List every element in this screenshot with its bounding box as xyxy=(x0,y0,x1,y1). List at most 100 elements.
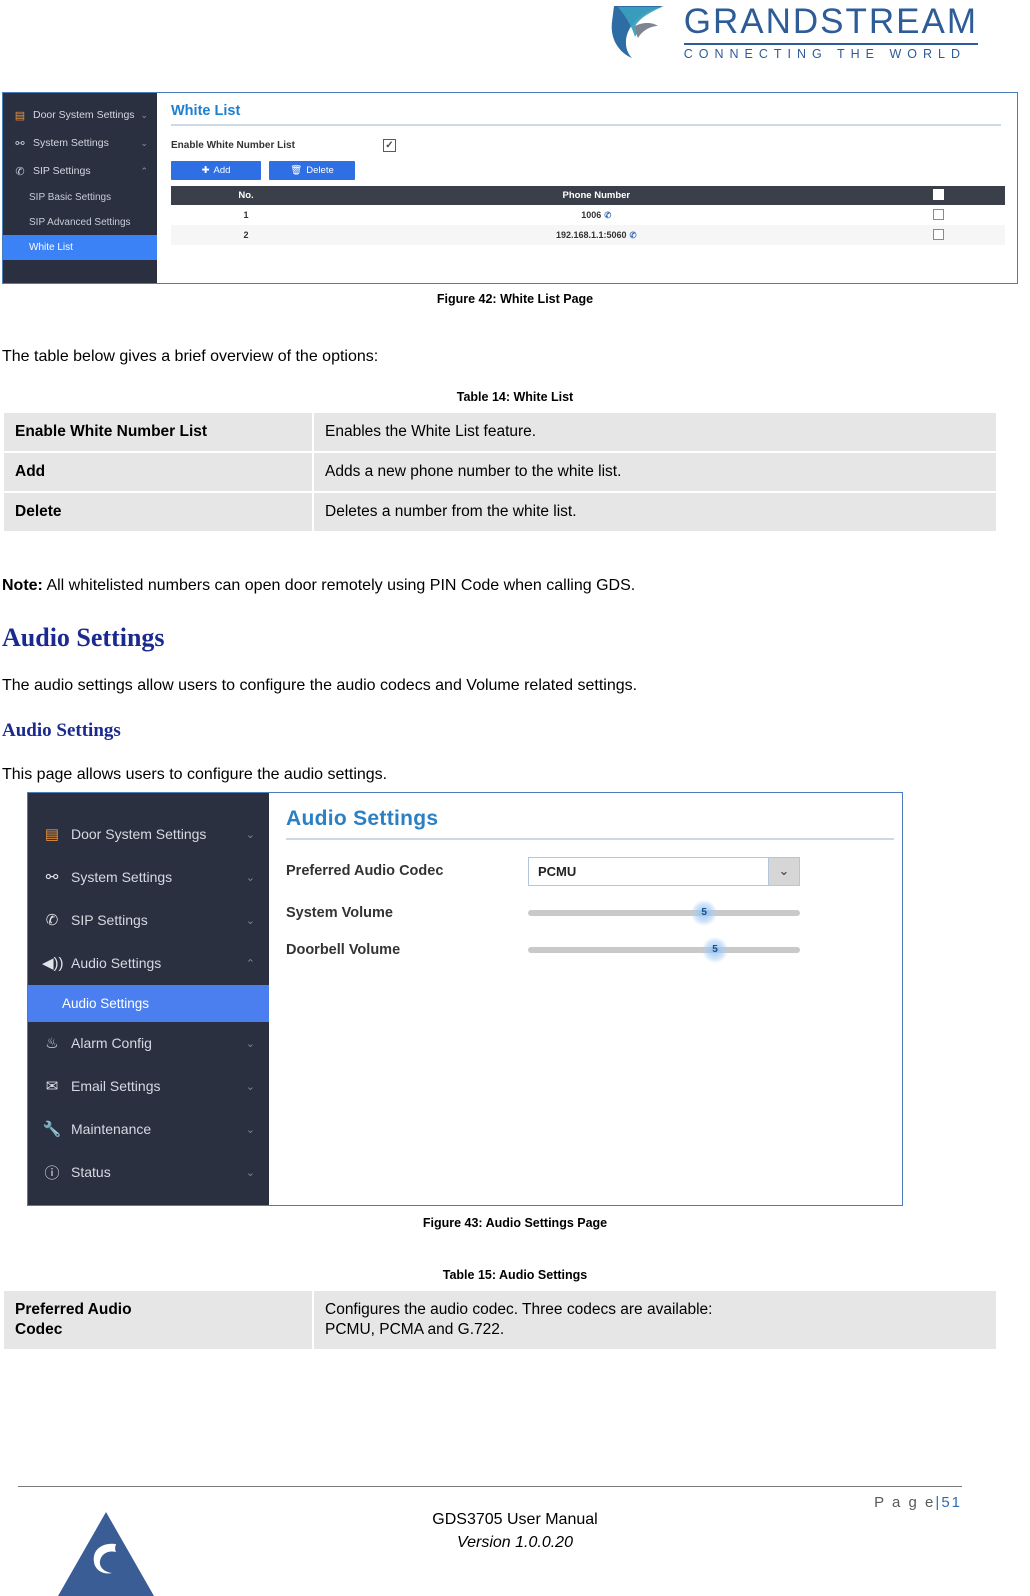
sidebar-item-status[interactable]: ⓘ Status ⌄ xyxy=(28,1151,269,1194)
row-checkbox[interactable] xyxy=(932,228,944,240)
note-label: Note: xyxy=(2,577,43,595)
chevron-down-icon[interactable]: ⌄ xyxy=(768,857,799,885)
slider-handle[interactable]: 5 xyxy=(702,936,729,963)
sidebar-item-alarm-config[interactable]: ♨ Alarm Config ⌄ xyxy=(28,1022,269,1065)
select-all-checkbox[interactable] xyxy=(932,188,944,200)
sidebar-item-label: SIP Advanced Settings xyxy=(29,217,131,228)
sidebar-item-email-settings[interactable]: ✉ Email Settings ⌄ xyxy=(28,1065,269,1108)
column-header-select-all[interactable] xyxy=(871,186,1005,205)
figure-42-caption: Figure 42: White List Page xyxy=(436,292,594,306)
grandstream-swoosh-logo-icon xyxy=(611,6,664,59)
sidebar-item-audio-settings[interactable]: ◀)) Audio Settings ⌃ xyxy=(28,942,269,985)
plus-icon: ✚ xyxy=(201,165,210,176)
preferred-audio-codec-select[interactable]: PCMU ⌄ xyxy=(528,856,800,886)
page-footer: P a g e|51 GDS3705 User Manual Version 1… xyxy=(0,1464,1030,1596)
audio-paragraph-2: This page allows users to configure the … xyxy=(2,766,388,784)
table-14: Enable White Number List Enables the Whi… xyxy=(2,410,998,534)
cell-no: 2 xyxy=(171,225,322,245)
chevron-down-icon: ⌄ xyxy=(245,1080,255,1093)
system-volume-label: System Volume xyxy=(286,904,393,921)
slider-track xyxy=(528,946,800,953)
table-row: Preferred Audio Codec Configures the audi… xyxy=(2,1288,998,1352)
trash-icon: 🗑 xyxy=(290,165,303,176)
audio-content: Audio Settings Preferred Audio Codec PCM… xyxy=(269,792,902,1205)
enable-white-number-list-label: Enable White Number List xyxy=(171,140,295,151)
cell-select[interactable] xyxy=(871,205,1005,225)
table-15: Preferred Audio Codec Configures the audi… xyxy=(2,1288,998,1352)
doorbell-volume-slider[interactable]: 5 xyxy=(528,936,800,963)
chevron-down-icon: ⌄ xyxy=(140,137,148,148)
cell-phone-number: 1006 ✆ xyxy=(321,205,872,225)
whitelist-content: White List Enable White Number List ✓ ✚ … xyxy=(157,93,1017,283)
add-button[interactable]: ✚ Add xyxy=(171,161,261,180)
sidebar-item-label: Door System Settings xyxy=(71,826,207,843)
sidebar-item-label: Maintenance xyxy=(71,1121,152,1138)
bell-icon: ♨ xyxy=(45,1035,59,1053)
table-row: Add Adds a new phone number to the white… xyxy=(2,450,998,493)
manual-version: Version 1.0.0.20 xyxy=(457,1534,573,1552)
sidebar-item-sip-advanced-settings[interactable]: SIP Advanced Settings xyxy=(3,210,157,235)
brand-logo: GRANDSTREAM CONNECTING THE WORLD xyxy=(608,4,978,61)
table-header-row: No. Phone Number xyxy=(171,186,1005,205)
chevron-down-icon: ⌄ xyxy=(245,914,255,927)
row-checkbox[interactable] xyxy=(932,208,944,220)
footer-divider xyxy=(18,1486,962,1487)
enable-white-number-list-checkbox[interactable]: ✓ xyxy=(383,139,396,152)
heading-audio-settings-h2: Audio Settings xyxy=(2,720,121,742)
column-header-phone-number: Phone Number xyxy=(321,186,872,205)
option-key: Enable White Number List xyxy=(2,410,314,453)
sidebar-item-system-settings[interactable]: ⚯ System Settings ⌄ xyxy=(28,856,269,899)
doorbell-volume-row: Doorbell Volume 5 xyxy=(286,936,902,963)
door-icon: ▤ xyxy=(44,826,60,844)
cell-no: 1 xyxy=(171,205,322,225)
system-volume-slider[interactable]: 5 xyxy=(528,899,800,926)
figure-43-caption: Figure 43: Audio Settings Page xyxy=(422,1215,608,1230)
chevron-down-icon: ⌄ xyxy=(245,828,255,841)
white-list-screenshot: ▤ Door System Settings ⌄ ⚯ System Settin… xyxy=(2,92,1018,284)
chevron-down-icon: ⌄ xyxy=(245,1037,255,1050)
table-row[interactable]: 1 1006 ✆ xyxy=(171,205,1005,225)
sidebar-item-label: Alarm Config xyxy=(71,1035,152,1052)
delete-button[interactable]: 🗑 Delete xyxy=(269,161,355,180)
sidebar-item-white-list[interactable]: White List xyxy=(3,235,157,260)
panel-title: Audio Settings xyxy=(286,807,894,840)
system-volume-row: System Volume 5 xyxy=(286,899,902,926)
sidebar-item-label: Audio Settings xyxy=(71,955,162,972)
brand-rule xyxy=(683,43,978,45)
sidebar-item-audio-settings-sub[interactable]: Audio Settings xyxy=(28,984,269,1022)
preferred-audio-codec-label: Preferred Audio Codec xyxy=(286,863,444,880)
whitelist-toolbar: ✚ Add 🗑 Delete xyxy=(171,161,1005,180)
slider-track xyxy=(528,909,800,916)
gear-node-icon: ⚯ xyxy=(15,137,25,150)
chevron-down-icon: ⌄ xyxy=(140,109,148,120)
footer-center-text: GDS3705 User Manual Version 1.0.0.20 xyxy=(0,1508,1030,1554)
sidebar-item-label: System Settings xyxy=(33,137,109,149)
doorbell-volume-value: 5 xyxy=(712,944,718,956)
sidebar-item-maintenance[interactable]: 🔧 Maintenance ⌄ xyxy=(28,1108,269,1151)
sidebar-item-sip-basic-settings[interactable]: SIP Basic Settings xyxy=(3,185,157,210)
delete-button-label: Delete xyxy=(306,165,334,176)
sidebar-item-door-system-settings[interactable]: ▤ Door System Settings ⌄ xyxy=(28,813,269,856)
door-icon: ▤ xyxy=(14,109,26,122)
sidebar-item-label: System Settings xyxy=(71,869,173,886)
chevron-down-icon: ⌄ xyxy=(245,1166,255,1179)
sidebar-item-door-system-settings[interactable]: ▤ Door System Settings ⌄ xyxy=(3,101,157,129)
check-glyph: ✓ xyxy=(385,139,394,151)
enable-white-number-list-row: Enable White Number List ✓ xyxy=(171,139,1005,152)
note-paragraph: Note: All whitelisted numbers can open d… xyxy=(2,575,1030,597)
sidebar-item-system-settings[interactable]: ⚯ System Settings ⌄ xyxy=(3,129,157,157)
white-list-table: No. Phone Number 1 1006 ✆ 2 192.168.1.1:5… xyxy=(171,186,1005,245)
sidebar-item-label: Status xyxy=(71,1164,111,1181)
table-row[interactable]: 2 192.168.1.1:5060 ✆ xyxy=(171,225,1005,245)
slider-handle[interactable]: 5 xyxy=(691,899,718,926)
selected-codec-value: PCMU xyxy=(538,863,577,879)
sidebar-item-sip-settings[interactable]: ✆ SIP Settings ⌃ xyxy=(3,157,157,185)
sidebar-item-sip-settings[interactable]: ✆ SIP Settings ⌄ xyxy=(28,899,269,942)
wrench-icon: 🔧 xyxy=(42,1121,62,1139)
whitelist-sidebar: ▤ Door System Settings ⌄ ⚯ System Settin… xyxy=(3,93,157,283)
system-volume-value: 5 xyxy=(701,907,707,919)
cell-select[interactable] xyxy=(871,225,1005,245)
table-row: Enable White Number List Enables the Whi… xyxy=(2,410,998,453)
phone-icon: ✆ xyxy=(15,165,25,178)
cell-phone-number: 192.168.1.1:5060 ✆ xyxy=(321,225,872,245)
